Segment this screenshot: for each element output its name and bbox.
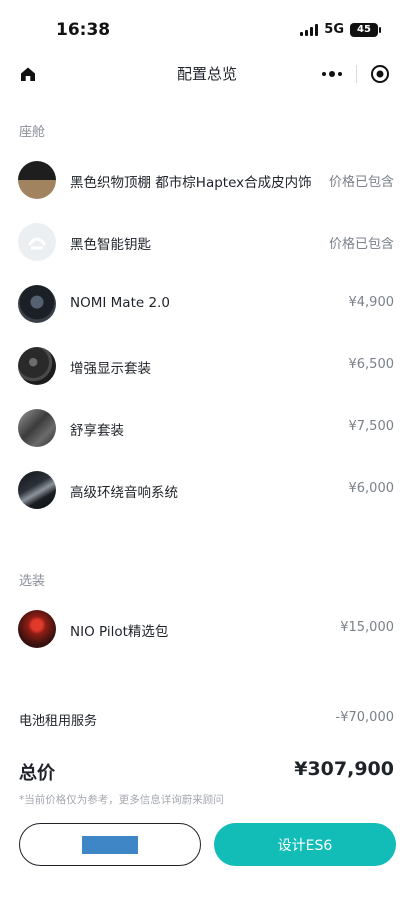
battery-rental-value: -¥70,000 <box>335 710 394 725</box>
item-price: ¥6,000 <box>348 481 395 496</box>
price-disclaimer: *当前价格仅为参考，更多信息详询蔚来顾问 <box>19 794 224 806</box>
nio-key-logo-icon <box>18 223 56 261</box>
item-name: 舒享套装 <box>70 423 124 439</box>
total-price: ¥307,900 <box>294 758 394 780</box>
status-bar: 16:38 5G 45 <box>0 0 414 58</box>
item-price: 价格已包含 <box>328 237 394 252</box>
item-name: NOMI Mate 2.0 <box>70 295 170 311</box>
item-price: ¥15,000 <box>340 620 394 635</box>
battery-icon: 45 <box>350 22 381 37</box>
total-row: 总价 ¥307,900 <box>0 756 414 786</box>
item-name: 黑色织物顶棚 都市棕Haptex合成皮内饰 <box>70 175 312 191</box>
signal-icon <box>300 23 319 36</box>
more-options-icon[interactable] <box>312 59 352 89</box>
nav-bar: 配置总览 <box>0 58 414 90</box>
battery-rental-label: 电池租用服务 <box>19 714 98 729</box>
item-name: 增强显示套装 <box>70 361 151 377</box>
config-item-smart-key[interactable]: 黑色智能钥匙 价格已包含 <box>0 223 414 273</box>
seat-photo-icon <box>18 409 56 447</box>
steering-wheel-photo-icon <box>18 347 56 385</box>
red-taillight-photo-icon <box>18 610 56 648</box>
battery-level: 45 <box>357 24 371 35</box>
item-name: NIO Pilot精选包 <box>70 624 169 640</box>
config-item-interior[interactable]: 黑色织物顶棚 都市棕Haptex合成皮内饰 价格已包含 <box>0 161 414 211</box>
design-es6-button[interactable]: 设计ES6 <box>214 823 396 866</box>
config-item-audio[interactable]: 高级环绕音响系统 ¥6,000 <box>0 471 414 521</box>
close-miniprogram-icon[interactable] <box>360 59 400 89</box>
section-title-options: 选装 <box>19 574 46 589</box>
config-item-display-pack[interactable]: 增强显示套装 ¥6,500 <box>0 347 414 397</box>
capsule-divider <box>355 65 357 83</box>
config-item-nomi[interactable]: NOMI Mate 2.0 ¥4,900 <box>0 285 414 335</box>
item-name: 高级环绕音响系统 <box>70 485 178 501</box>
secondary-action-button[interactable] <box>19 823 201 866</box>
item-price: 价格已包含 <box>328 175 394 190</box>
total-label: 总价 <box>19 763 55 784</box>
status-indicators: 5G 45 <box>300 22 381 37</box>
item-price: ¥6,500 <box>348 357 395 372</box>
item-price: ¥7,500 <box>348 419 395 434</box>
design-es6-label: 设计ES6 <box>277 837 333 854</box>
network-type: 5G <box>324 22 344 37</box>
two-tone-trim-swatch-icon <box>18 161 56 199</box>
section-title-cabin: 座舱 <box>19 125 46 140</box>
config-item-nio-pilot[interactable]: NIO Pilot精选包 ¥15,000 <box>0 610 414 660</box>
nomi-dashboard-photo-icon <box>18 285 56 323</box>
secondary-action-label-redacted <box>82 835 138 854</box>
item-price: ¥4,900 <box>348 295 395 310</box>
config-item-comfort-pack[interactable]: 舒享套装 ¥7,500 <box>0 409 414 459</box>
speaker-photo-icon <box>18 471 56 509</box>
battery-rental-row: 电池租用服务 -¥70,000 <box>0 708 414 730</box>
status-time: 16:38 <box>56 20 111 40</box>
item-name: 黑色智能钥匙 <box>70 237 151 253</box>
mini-program-capsule <box>312 59 400 89</box>
